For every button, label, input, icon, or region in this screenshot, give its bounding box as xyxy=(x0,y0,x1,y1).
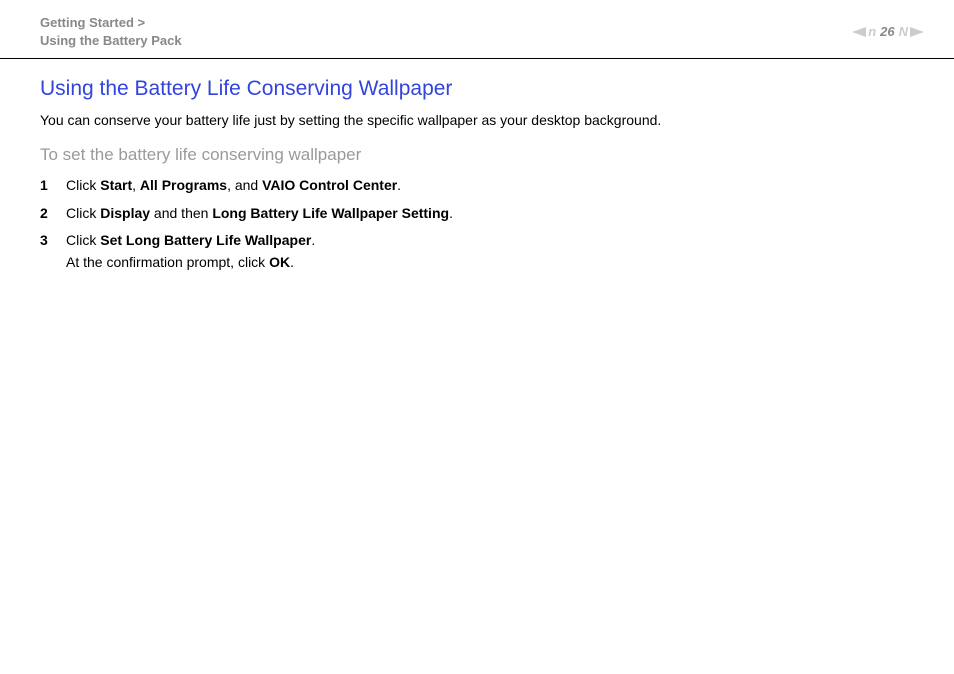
bold-text: All Programs xyxy=(140,177,227,193)
step-text: . xyxy=(290,254,294,270)
pager: n 26 N xyxy=(852,24,924,39)
page-number: 26 xyxy=(880,24,894,39)
step-text: Click xyxy=(66,205,100,221)
bold-text: Long Battery Life Wallpaper Setting xyxy=(212,205,449,221)
bold-text: OK xyxy=(269,254,290,270)
letter-n: n xyxy=(868,24,876,39)
content-area: Using the Battery Life Conserving Wallpa… xyxy=(0,59,954,273)
next-page-icon[interactable] xyxy=(910,27,924,37)
intro-text: You can conserve your battery life just … xyxy=(40,111,914,131)
page-title: Using the Battery Life Conserving Wallpa… xyxy=(40,77,914,101)
prev-page-icon[interactable] xyxy=(852,27,866,37)
subheading: To set the battery life conserving wallp… xyxy=(40,145,914,165)
step-1: Click Start, All Programs, and VAIO Cont… xyxy=(40,175,914,197)
bold-text: Start xyxy=(100,177,132,193)
bold-text: Display xyxy=(100,205,150,221)
step-text: and then xyxy=(150,205,212,221)
step-text: Click xyxy=(66,232,100,248)
breadcrumb-line1: Getting Started > xyxy=(40,15,145,30)
page-header: Getting Started > Using the Battery Pack… xyxy=(0,0,954,59)
step-text: , and xyxy=(227,177,262,193)
step-text: . xyxy=(449,205,453,221)
step-3: Click Set Long Battery Life Wallpaper. A… xyxy=(40,230,914,273)
step-2: Click Display and then Long Battery Life… xyxy=(40,203,914,225)
bold-text: VAIO Control Center xyxy=(262,177,397,193)
step-text: . xyxy=(311,232,315,248)
bold-text: Set Long Battery Life Wallpaper xyxy=(100,232,311,248)
breadcrumb-line2: Using the Battery Pack xyxy=(40,33,182,48)
steps-list: Click Start, All Programs, and VAIO Cont… xyxy=(40,175,914,274)
step-text: , xyxy=(132,177,140,193)
step-text: Click xyxy=(66,177,100,193)
step-text: At the confirmation prompt, click xyxy=(66,254,269,270)
breadcrumb: Getting Started > Using the Battery Pack xyxy=(40,14,182,50)
letter-n-right: N xyxy=(899,24,908,39)
step-text: . xyxy=(397,177,401,193)
